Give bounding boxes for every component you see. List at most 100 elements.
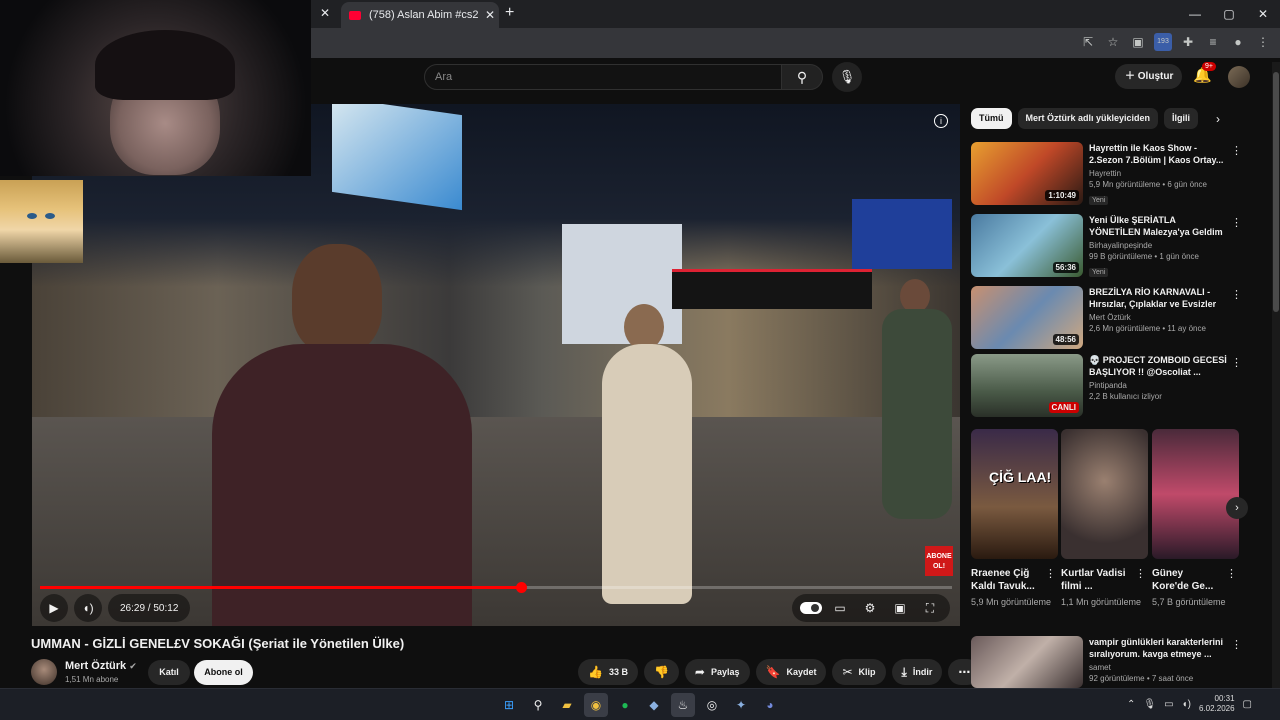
new-tab-button[interactable]: + xyxy=(505,4,514,22)
network-icon[interactable]: ▭ xyxy=(1164,699,1173,710)
more-icon[interactable]: ⋮ xyxy=(1231,638,1242,651)
folder-icon[interactable]: ▰ xyxy=(555,693,579,717)
autoplay-toggle[interactable] xyxy=(800,602,822,614)
join-button[interactable]: Katıl xyxy=(148,660,190,685)
close-tab-icon[interactable]: ✕ xyxy=(320,6,330,20)
chevron-right-icon[interactable]: › xyxy=(1216,112,1220,126)
play-button[interactable]: ▶ xyxy=(40,594,68,622)
scrollbar-thumb[interactable] xyxy=(1273,72,1279,312)
more-icon[interactable]: ⋮ xyxy=(1135,567,1146,580)
recommended-video[interactable]: 56:36 Yeni Ülke ŞERİATLA YÖNETİLEN Malez… xyxy=(971,214,1251,278)
shorts-next-button[interactable]: › xyxy=(1226,497,1248,519)
short-item[interactable]: Kurtlar Vadisi filmi ... 1,1 Mn görüntül… xyxy=(1061,429,1148,624)
windows-taskbar: ⊞ ⚲ ▰ ◉ ● ◆ ♨ ◎ ✦ ◕ ⌃ 🎙 ▭ ◖) 00:31 6.02.… xyxy=(0,688,1280,720)
puzzle-icon[interactable]: ✚ xyxy=(1179,33,1197,51)
close-window-button[interactable]: ✕ xyxy=(1246,0,1280,28)
install-icon[interactable]: ⇱ xyxy=(1079,33,1097,51)
app-icon[interactable]: ◎ xyxy=(700,693,724,717)
chip-from-uploader[interactable]: Mert Öztürk adlı yükleyiciden xyxy=(1017,108,1159,129)
steam-icon[interactable]: ♨ xyxy=(671,693,695,717)
verified-icon: ✔ xyxy=(129,661,137,671)
extension-icon[interactable]: ▣ xyxy=(1129,33,1147,51)
scissors-icon: ✂ xyxy=(842,665,853,679)
more-icon[interactable]: ⋮ xyxy=(1231,144,1242,157)
more-icon[interactable]: ⋮ xyxy=(1045,567,1056,580)
anime-avatar-overlay xyxy=(0,180,83,263)
search-input[interactable]: Ara xyxy=(424,64,782,90)
app-icon[interactable]: ◆ xyxy=(642,693,666,717)
voice-search-button[interactable]: 🎙 xyxy=(832,62,862,92)
video-title: 💀 PROJECT ZOMBOID GECESİ BAŞLIYOR !! @Os… xyxy=(1089,355,1227,377)
info-icon[interactable]: i xyxy=(934,114,948,128)
scrubber-handle[interactable] xyxy=(515,582,527,593)
media-icon[interactable]: ≡ xyxy=(1204,33,1222,51)
chip-related[interactable]: İlgili xyxy=(1164,108,1199,129)
miniplayer-icon[interactable]: ▣ xyxy=(888,601,912,615)
more-icon[interactable]: ⋮ xyxy=(1231,356,1242,369)
profile-icon[interactable]: ● xyxy=(1229,33,1247,51)
clip-button[interactable]: ✂ Klip xyxy=(832,659,886,685)
more-icon[interactable]: ⋮ xyxy=(1231,288,1242,301)
subscriber-count: 1,51 Mn abone xyxy=(65,675,119,684)
subscribe-button[interactable]: Abone ol xyxy=(194,660,253,685)
clock[interactable]: 00:31 6.02.2026 xyxy=(1199,694,1235,714)
channel-name: Birhayalinpeşinde xyxy=(1089,241,1153,250)
time-display: 26:29 / 50:12 xyxy=(108,594,191,622)
short-item[interactable]: ÇİĞ LAA! Rraenee Çiğ Kaldı Tavuk... 5,9 … xyxy=(971,429,1058,624)
share-button[interactable]: ➦ Paylaş xyxy=(684,659,750,685)
notifications-button[interactable]: 🔔 9+ xyxy=(1193,62,1216,84)
window-controls: — ▢ ✕ xyxy=(1178,0,1280,28)
dislike-button[interactable]: 👎 xyxy=(643,659,679,685)
discord-icon[interactable]: ◕ xyxy=(758,693,782,717)
more-icon[interactable]: ⋮ xyxy=(1226,567,1237,580)
download-button[interactable]: ⤓ İndir xyxy=(891,659,943,685)
settings-icon[interactable]: ⚙ xyxy=(858,601,882,615)
spotify-icon[interactable]: ● xyxy=(613,693,637,717)
chevron-up-icon[interactable]: ⌃ xyxy=(1127,699,1135,710)
volume-button[interactable]: ◖) xyxy=(74,594,102,622)
channel-avatar[interactable] xyxy=(31,659,57,685)
star-icon[interactable]: ☆ xyxy=(1104,33,1122,51)
minimize-button[interactable]: — xyxy=(1178,0,1212,28)
more-icon[interactable]: ⋮ xyxy=(1231,216,1242,229)
close-icon[interactable]: ✕ xyxy=(481,8,499,22)
menu-icon[interactable]: ⋮ xyxy=(1254,33,1272,51)
short-item[interactable]: Güney Kore'de Ge... 5,7 B görüntüleme ⋮ xyxy=(1152,429,1239,624)
search-button[interactable]: ⚲ xyxy=(781,64,823,90)
save-button[interactable]: 🔖 Kaydet xyxy=(755,659,827,685)
chip-all[interactable]: Tümü xyxy=(971,108,1012,129)
notification-icon[interactable]: ▢ xyxy=(1243,699,1252,710)
video-thumbnail: CANLI xyxy=(971,354,1083,417)
short-thumbnail xyxy=(1061,429,1148,559)
screen: ✕ (758) Aslan Abim #cs2 - YouTube ✕ + — … xyxy=(0,0,1280,720)
fullscreen-icon[interactable]: ⛶ xyxy=(918,601,942,616)
recommended-video[interactable]: 48:56 BREZİLYA RİO KARNAVALI - Hırsızlar… xyxy=(971,286,1251,350)
progress-bar[interactable] xyxy=(40,582,952,593)
like-button[interactable]: 👍 33 B xyxy=(578,659,638,685)
create-button[interactable]: ＋ Oluştur xyxy=(1115,64,1182,89)
player-controls-left: ▶ ◖) 26:29 / 50:12 xyxy=(40,594,191,622)
video-title: BREZİLYA RİO KARNAVALI - Hırsızlar, Çıpl… xyxy=(1089,287,1217,309)
account-avatar[interactable] xyxy=(1228,66,1250,88)
subtitles-icon[interactable]: ▭ xyxy=(828,601,852,615)
page-scrollbar[interactable] xyxy=(1272,62,1280,688)
mic-icon[interactable]: 🎙 xyxy=(1143,699,1156,710)
duration-badge: 1:10:49 xyxy=(1045,190,1079,201)
progress-played xyxy=(40,586,521,589)
volume-icon[interactable]: ◖) xyxy=(1182,699,1191,710)
channel-name[interactable]: Mert Öztürk ✔ xyxy=(65,660,137,672)
chrome-icon[interactable]: ◉ xyxy=(584,693,608,717)
search-icon[interactable]: ⚲ xyxy=(526,693,550,717)
video-title: UMMAN - GİZLİ GENEL£V SOKAĞI (Şeriat ile… xyxy=(31,636,405,651)
app-icon[interactable]: ✦ xyxy=(729,693,753,717)
maximize-button[interactable]: ▢ xyxy=(1212,0,1246,28)
start-icon[interactable]: ⊞ xyxy=(497,693,521,717)
recommended-video[interactable]: 1:10:49 Hayrettin ile Kaos Show - 2.Sezo… xyxy=(971,142,1251,206)
thumbs-down-icon: 👎 xyxy=(653,665,669,679)
video-player[interactable]: i ABONE OL! ▶ ◖) 26:29 / 50:12 ▭ ⚙ ▣ ⛶ xyxy=(32,104,960,626)
extension-badge-icon[interactable]: 193 xyxy=(1154,33,1172,51)
browser-tab-youtube[interactable]: (758) Aslan Abim #cs2 - YouTube ✕ xyxy=(341,2,499,28)
recommended-live[interactable]: CANLI 💀 PROJECT ZOMBOID GECESİ BAŞLIYOR … xyxy=(971,354,1251,418)
youtube-favicon-icon xyxy=(349,10,361,20)
channel-name: samet xyxy=(1089,663,1111,672)
